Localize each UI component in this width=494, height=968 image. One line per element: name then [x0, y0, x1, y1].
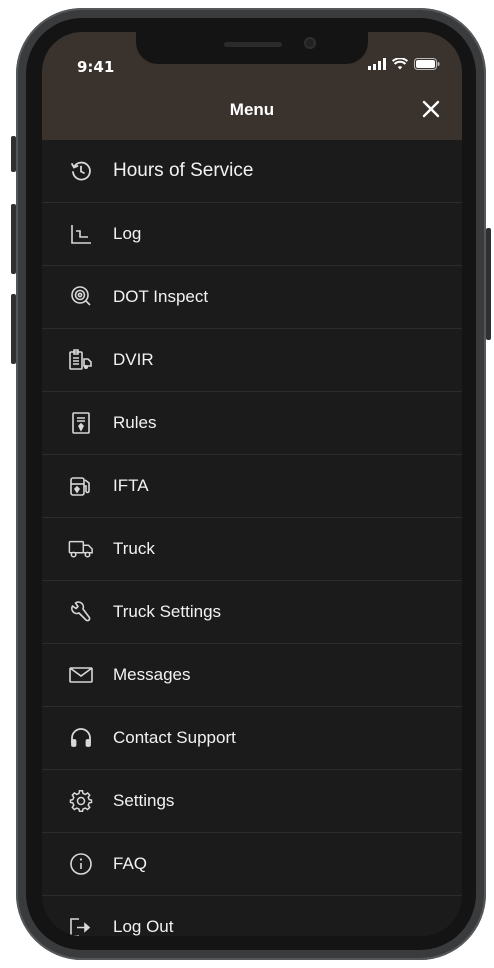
mute-switch [11, 136, 16, 172]
menu-item-log[interactable]: Log [42, 203, 462, 266]
rules-document-icon [68, 410, 94, 436]
menu-item-label: Truck Settings [113, 602, 222, 621]
menu-item-label: Contact Support [113, 728, 236, 747]
close-button[interactable] [420, 98, 442, 120]
menu-item-label: Messages [113, 665, 191, 684]
phone-bezel: 9:41 Menu Hours of Service Log DOT Inspe… [26, 18, 476, 950]
menu-item-dot-inspect[interactable]: DOT Inspect [42, 266, 462, 329]
menu-item-faq[interactable]: FAQ [42, 833, 462, 896]
menu-item-ifta[interactable]: IFTA [42, 455, 462, 518]
logout-icon [68, 914, 94, 936]
clock-history-icon [68, 158, 94, 184]
wrench-icon [68, 599, 94, 625]
status-icons [368, 58, 440, 70]
power-button [486, 228, 491, 340]
menu-item-label: DOT Inspect [113, 287, 209, 306]
dvir-report-icon [68, 347, 94, 373]
menu-item-truck[interactable]: Truck [42, 518, 462, 581]
menu-item-label: Log Out [113, 917, 174, 936]
headphones-icon [68, 725, 94, 751]
front-camera [304, 37, 316, 49]
menu-item-messages[interactable]: Messages [42, 644, 462, 707]
log-chart-icon [68, 221, 94, 247]
menu-item-label: Rules [113, 413, 157, 432]
menu-item-truck-settings[interactable]: Truck Settings [42, 581, 462, 644]
envelope-icon [68, 662, 94, 688]
truck-icon [68, 536, 94, 562]
menu-item-label: Log [113, 224, 142, 243]
inspect-magnifier-icon [68, 284, 94, 310]
menu-item-label: DVIR [113, 350, 154, 369]
menu-item-label: Settings [113, 791, 175, 810]
fuel-pump-icon [68, 473, 94, 499]
menu-item-hours-of-service[interactable]: Hours of Service [42, 140, 462, 203]
page-title: Menu [229, 100, 275, 119]
volume-down-button [11, 294, 16, 364]
notch [136, 32, 368, 64]
menu-item-log-out[interactable]: Log Out [42, 896, 462, 936]
status-time: 9:41 [77, 58, 115, 76]
info-icon [68, 851, 94, 877]
menu-item-label: Truck [113, 539, 155, 558]
signal-icon [368, 58, 386, 70]
screen: 9:41 Menu Hours of Service Log DOT Inspe… [42, 32, 462, 936]
menu-header: 9:41 Menu [42, 32, 462, 140]
gear-icon [68, 788, 94, 814]
menu-item-rules[interactable]: Rules [42, 392, 462, 455]
phone-frame: 9:41 Menu Hours of Service Log DOT Inspe… [11, 8, 491, 960]
menu-item-label: Hours of Service [113, 160, 254, 181]
menu-list: Hours of Service Log DOT Inspect DVIR Ru… [42, 140, 462, 936]
battery-icon [414, 58, 440, 70]
menu-item-dvir[interactable]: DVIR [42, 329, 462, 392]
wifi-icon [392, 58, 408, 70]
menu-item-settings[interactable]: Settings [42, 770, 462, 833]
speaker-grille [224, 42, 282, 47]
menu-item-contact-support[interactable]: Contact Support [42, 707, 462, 770]
close-icon [422, 100, 440, 118]
menu-item-label: IFTA [113, 476, 149, 495]
volume-up-button [11, 204, 16, 274]
menu-item-label: FAQ [113, 854, 148, 873]
